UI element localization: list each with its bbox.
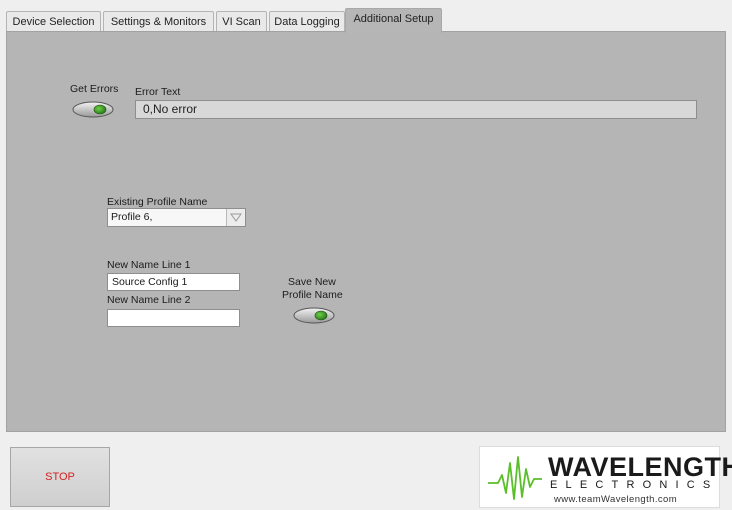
tab-settings-monitors[interactable]: Settings & Monitors bbox=[103, 11, 214, 31]
save-profile-label-line1: Save New bbox=[288, 276, 336, 288]
get-errors-button[interactable] bbox=[72, 101, 114, 118]
led-indicator-icon bbox=[72, 101, 114, 118]
new-name-line1-label: New Name Line 1 bbox=[107, 259, 191, 271]
existing-profile-select[interactable]: Profile 6, bbox=[107, 208, 246, 227]
logo-subtitle: ELECTRONICS bbox=[550, 479, 719, 491]
wavelength-logo: WAVELENGTH ELECTRONICS www.teamWavelengt… bbox=[479, 446, 732, 508]
tab-data-logging[interactable]: Data Logging bbox=[269, 11, 345, 31]
dropdown-arrow-icon[interactable] bbox=[226, 209, 245, 226]
stop-button[interactable]: STOP bbox=[10, 447, 110, 507]
led-indicator-icon bbox=[293, 307, 335, 324]
save-profile-label-line2: Profile Name bbox=[282, 289, 343, 301]
existing-profile-value: Profile 6, bbox=[111, 211, 153, 223]
new-name-line2-input[interactable] bbox=[107, 309, 240, 327]
tab-additional-setup[interactable]: Additional Setup bbox=[345, 8, 442, 33]
new-name-line1-input[interactable]: Source Config 1 bbox=[107, 273, 240, 291]
tab-vi-scan[interactable]: VI Scan bbox=[216, 11, 267, 31]
existing-profile-label: Existing Profile Name bbox=[107, 196, 208, 208]
new-name-line2-label: New Name Line 2 bbox=[107, 294, 191, 306]
save-profile-button[interactable] bbox=[293, 307, 335, 324]
logo-url: www.teamWavelength.com bbox=[554, 494, 678, 505]
get-errors-label: Get Errors bbox=[70, 83, 119, 95]
error-text-label: Error Text bbox=[135, 86, 181, 98]
logo-wordmark: WAVELENGTH bbox=[548, 452, 732, 482]
error-text-field: 0,No error bbox=[135, 100, 697, 119]
waveform-logo-icon bbox=[488, 456, 542, 500]
tab-device-selection[interactable]: Device Selection bbox=[6, 11, 101, 31]
